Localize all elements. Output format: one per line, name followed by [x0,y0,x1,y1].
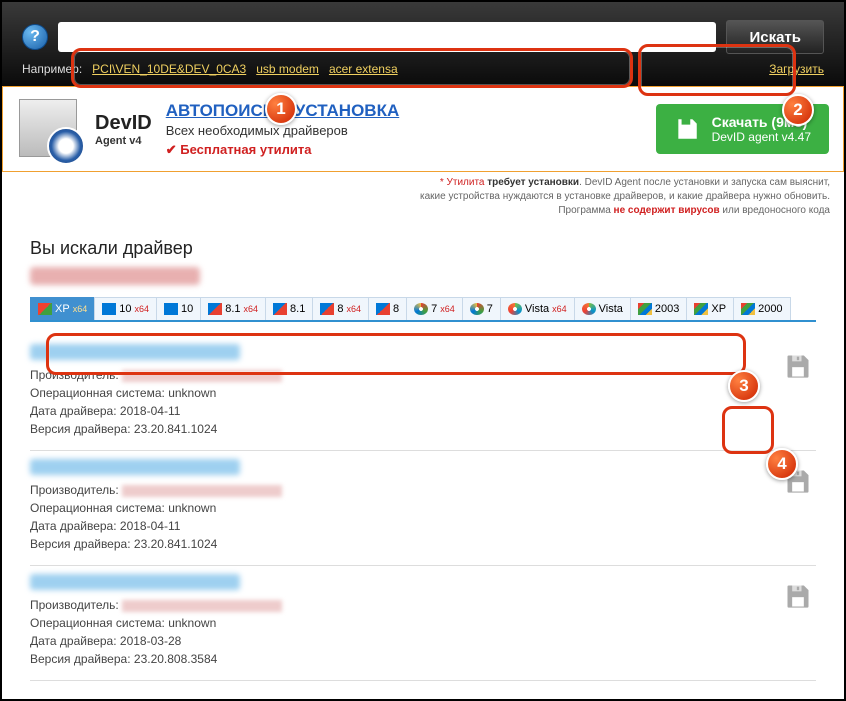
example-link[interactable]: PCI\VEN_10DE&DEV_0CA3 [92,62,246,76]
promo-free-label: Бесплатная утилита [166,142,642,158]
os-tab-8.1[interactable]: 8.1 [265,297,313,320]
windows-flag-icon [273,303,287,315]
floppy-icon [674,116,700,142]
os-tab-XP-x64[interactable]: XPx64 [30,297,95,320]
search-input[interactable] [58,22,716,52]
os-tab-8.1-x64[interactable]: 8.1x64 [200,297,266,320]
agent-version: Agent v4 [95,135,152,147]
driver-item: Производитель: Операционная система: unk… [30,336,816,451]
os-tab-7[interactable]: 7 [462,297,501,320]
promo-text: АВТОПОИСК И УСТАНОВКА Всех необходимых д… [166,101,642,158]
manufacturer-blurred [122,600,282,612]
os-tab-10[interactable]: 10 [156,297,201,320]
os-tabs: XPx6410x64108.1x648.18x6487x647Vistax64V… [30,297,816,322]
windows-flag-icon [414,303,428,315]
windows-flag-icon [694,303,708,315]
windows-flag-icon [102,303,116,315]
os-tab-2000[interactable]: 2000 [733,297,790,320]
os-tab-XP[interactable]: XP [686,297,734,320]
search-button[interactable]: Искать [726,20,824,54]
header: ? Искать Например: PCI\VEN_10DE&DEV_0CA3… [2,2,844,86]
help-icon[interactable]: ? [22,24,48,50]
save-driver-button[interactable] [784,582,812,610]
os-tab-7-x64[interactable]: 7x64 [406,297,463,320]
driver-os: unknown [168,501,216,515]
os-tab-8[interactable]: 8 [368,297,407,320]
upload-link[interactable]: Загрузить [769,62,824,76]
devid-logo [17,97,81,161]
download-title: Скачать (9мб) [712,114,811,130]
driver-version: 23.20.808.3584 [134,652,217,666]
windows-flag-icon [376,303,390,315]
os-tab-Vista[interactable]: Vista [574,297,631,320]
windows-flag-icon [164,303,178,315]
save-driver-button[interactable] [784,467,812,495]
example-link[interactable]: acer extensa [329,62,398,76]
example-row: Например: PCI\VEN_10DE&DEV_0CA3 usb mode… [22,62,824,76]
brand-name: DevID [95,112,152,135]
windows-flag-icon [508,303,522,315]
query-text-blurred [30,267,200,285]
os-tab-2003[interactable]: 2003 [630,297,687,320]
download-sub: DevID agent v4.47 [712,130,811,144]
promo-banner: DevID Agent v4 АВТОПОИСК И УСТАНОВКА Все… [2,86,844,172]
promo-title-link[interactable]: АВТОПОИСК И УСТАНОВКА [166,101,400,120]
os-tab-10-x64[interactable]: 10x64 [94,297,157,320]
driver-os: unknown [168,386,216,400]
download-button[interactable]: Скачать (9мб) DevID agent v4.47 [656,104,829,154]
save-driver-button[interactable] [784,352,812,380]
driver-version: 23.20.841.1024 [134,537,217,551]
manufacturer-blurred [122,485,282,497]
searched-heading: Вы искали драйвер [30,238,816,259]
driver-item: Производитель: Операционная система: unk… [30,566,816,681]
example-link[interactable]: usb modem [256,62,319,76]
example-label: Например: [22,62,82,76]
search-row: ? Искать [22,20,824,54]
promo-subtitle: Всех необходимых драйверов [166,123,642,138]
driver-title-blurred[interactable] [30,344,240,360]
windows-flag-icon [582,303,596,315]
windows-flag-icon [741,303,755,315]
content: Вы искали драйвер XPx6410x64108.1x648.18… [2,222,844,691]
driver-date: 2018-03-28 [120,634,181,648]
driver-date: 2018-04-11 [120,519,181,533]
windows-flag-icon [38,303,52,315]
windows-flag-icon [208,303,222,315]
os-tab-Vista-x64[interactable]: Vistax64 [500,297,575,320]
driver-os: unknown [168,616,216,630]
manufacturer-blurred [122,370,282,382]
driver-title-blurred[interactable] [30,574,240,590]
driver-item: Производитель: Операционная система: unk… [30,451,816,566]
driver-version: 23.20.841.1024 [134,422,217,436]
windows-flag-icon [320,303,334,315]
windows-flag-icon [470,303,484,315]
install-note: * Утилита требует установки. DevID Agent… [2,172,844,222]
windows-flag-icon [638,303,652,315]
promo-brand: DevID Agent v4 [95,112,152,147]
driver-date: 2018-04-11 [120,404,181,418]
driver-list: Производитель: Операционная система: unk… [30,336,816,681]
os-tab-8-x64[interactable]: 8x64 [312,297,369,320]
driver-title-blurred[interactable] [30,459,240,475]
